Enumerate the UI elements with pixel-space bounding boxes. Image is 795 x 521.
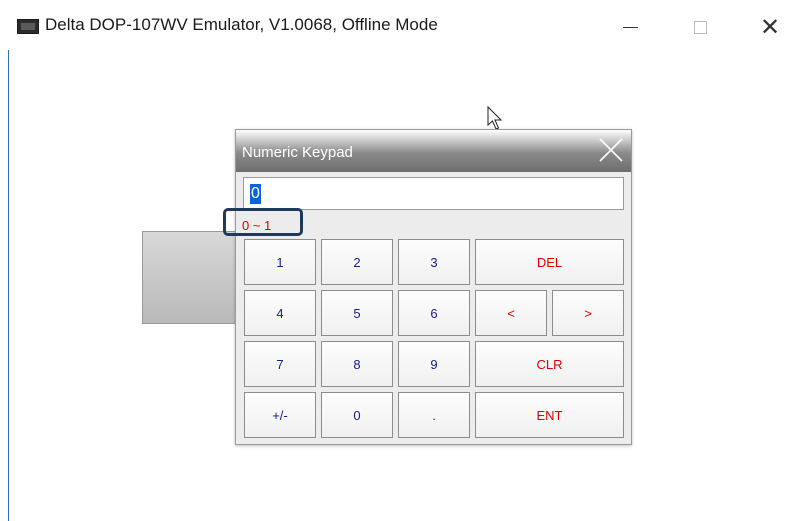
key-8[interactable]: 8 [321, 341, 393, 387]
close-button[interactable]: ✕ [750, 12, 790, 42]
window-border [8, 50, 9, 521]
app-icon [17, 19, 39, 34]
keypad-close-icon[interactable] [597, 134, 625, 166]
key-4[interactable]: 4 [244, 290, 316, 336]
key-0[interactable]: 0 [321, 392, 393, 438]
key-6[interactable]: 6 [398, 290, 470, 336]
key-9[interactable]: 9 [398, 341, 470, 387]
key-1[interactable]: 1 [244, 239, 316, 285]
key-ent[interactable]: ENT [475, 392, 624, 438]
key-sign[interactable]: +/- [244, 392, 316, 438]
key-clr[interactable]: CLR [475, 341, 624, 387]
emulator-window: Delta DOP-107WV Emulator, V1.0068, Offli… [0, 0, 795, 521]
keypad-value: 0 [250, 184, 261, 204]
key-left[interactable]: < [475, 290, 547, 336]
title-bar[interactable]: Delta DOP-107WV Emulator, V1.0068, Offli… [0, 0, 795, 50]
minimize-button[interactable] [610, 12, 650, 42]
range-highlight-box [223, 208, 303, 236]
key-del[interactable]: DEL [475, 239, 624, 285]
keypad-title-bar[interactable]: Numeric Keypad [236, 130, 631, 172]
numeric-keypad-dialog: Numeric Keypad 0 0 ~ 1 1 2 3 DEL 4 5 6 <… [235, 129, 632, 445]
key-3[interactable]: 3 [398, 239, 470, 285]
hmi-button[interactable] [142, 231, 237, 324]
maximize-button[interactable] [680, 12, 720, 42]
keypad-value-field[interactable]: 0 [243, 177, 624, 210]
key-7[interactable]: 7 [244, 341, 316, 387]
maximize-icon [693, 20, 707, 34]
keypad-title: Numeric Keypad [242, 144, 353, 161]
key-2[interactable]: 2 [321, 239, 393, 285]
window-title: Delta DOP-107WV Emulator, V1.0068, Offli… [45, 15, 438, 34]
key-5[interactable]: 5 [321, 290, 393, 336]
minimize-icon [622, 26, 638, 28]
key-dot[interactable]: . [398, 392, 470, 438]
key-right[interactable]: > [552, 290, 624, 336]
